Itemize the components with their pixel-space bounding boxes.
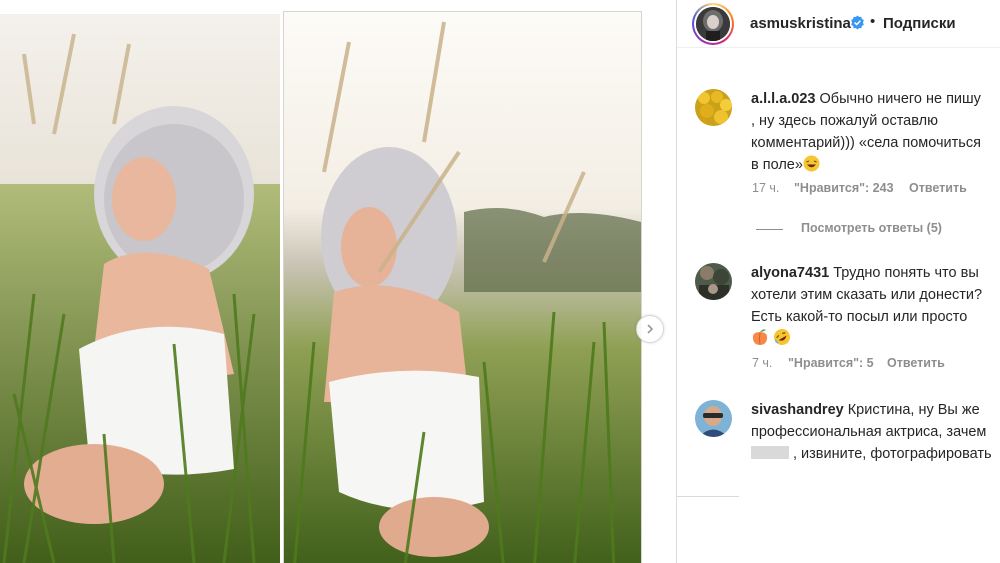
comment-likes[interactable]: "Нравится": 243 — [794, 181, 894, 195]
comment-line: Есть какой-то посыл или просто — [751, 309, 968, 325]
comment-likes[interactable]: "Нравится": 5 — [788, 356, 874, 370]
comment-line: , извините, фотографировать — [793, 446, 992, 462]
panel-divider — [677, 496, 739, 497]
comment-time: 7 ч. — [752, 356, 773, 370]
cropped-previous-comment: — — — — — — [842, 50, 952, 56]
comment-username[interactable]: sivashandrey — [751, 402, 844, 418]
comment-line: Обычно ничего не пишу — [819, 91, 981, 107]
comment-body: a.l.l.a.023 Обычно ничего не пишу , ну з… — [751, 88, 1000, 176]
next-image-button[interactable] — [636, 315, 664, 343]
post-header: asmuskristina • Подписки — [677, 0, 1000, 48]
replies-divider — [756, 229, 783, 230]
comment-line: Кристина, ну Вы же — [847, 402, 980, 418]
comment-line: хотели этим сказать или донести? — [751, 287, 983, 303]
comment-line: профессиональная актриса, зачем — [751, 424, 987, 440]
comment-line: комментарий))) «села помочиться — [751, 135, 981, 151]
commenter-avatar[interactable] — [695, 89, 732, 126]
peach-emoji-icon — [752, 329, 768, 345]
rofl-emoji-icon — [774, 329, 791, 345]
post-media — [0, 0, 675, 563]
commenter-avatar[interactable] — [695, 400, 732, 437]
post-comments-panel: asmuskristina • Подписки — — — — — a.l.l… — [676, 0, 1000, 563]
comment-line: , ну здесь пожалуй оставлю — [751, 113, 938, 129]
commenter-avatar[interactable] — [695, 263, 732, 300]
comment-line: Трудно понять что вы — [833, 265, 979, 281]
comment-username[interactable]: a.l.l.a.023 — [751, 91, 816, 107]
photo-polaroid-right — [283, 11, 642, 563]
chevron-right-icon — [647, 324, 654, 334]
author-avatar[interactable] — [692, 3, 734, 45]
header-separator: • — [870, 13, 876, 30]
author-username[interactable]: asmuskristina — [750, 15, 851, 32]
photo-polaroid-left — [0, 14, 280, 563]
cropped-text: — — — — — — [842, 50, 952, 54]
comment-body: sivashandrey Кристина, ну Вы же професси… — [751, 399, 1000, 465]
reply-button[interactable]: Ответить — [909, 181, 967, 195]
reply-button[interactable]: Ответить — [887, 356, 945, 370]
view-replies-label: Посмотреть ответы (5) — [801, 221, 942, 235]
redacted-word — [751, 446, 789, 459]
comment-line: в поле» — [751, 157, 803, 173]
comment-body: alyona7431 Трудно понять что вы хотели э… — [751, 262, 1000, 350]
comment-time: 17 ч. — [752, 181, 780, 195]
following-button[interactable]: Подписки — [883, 15, 956, 32]
laughing-emoji-icon — [803, 155, 820, 172]
view-replies-button[interactable]: Посмотреть ответы (5) — [756, 221, 956, 237]
verified-badge-icon — [851, 15, 864, 30]
comment-username[interactable]: alyona7431 — [751, 265, 829, 281]
